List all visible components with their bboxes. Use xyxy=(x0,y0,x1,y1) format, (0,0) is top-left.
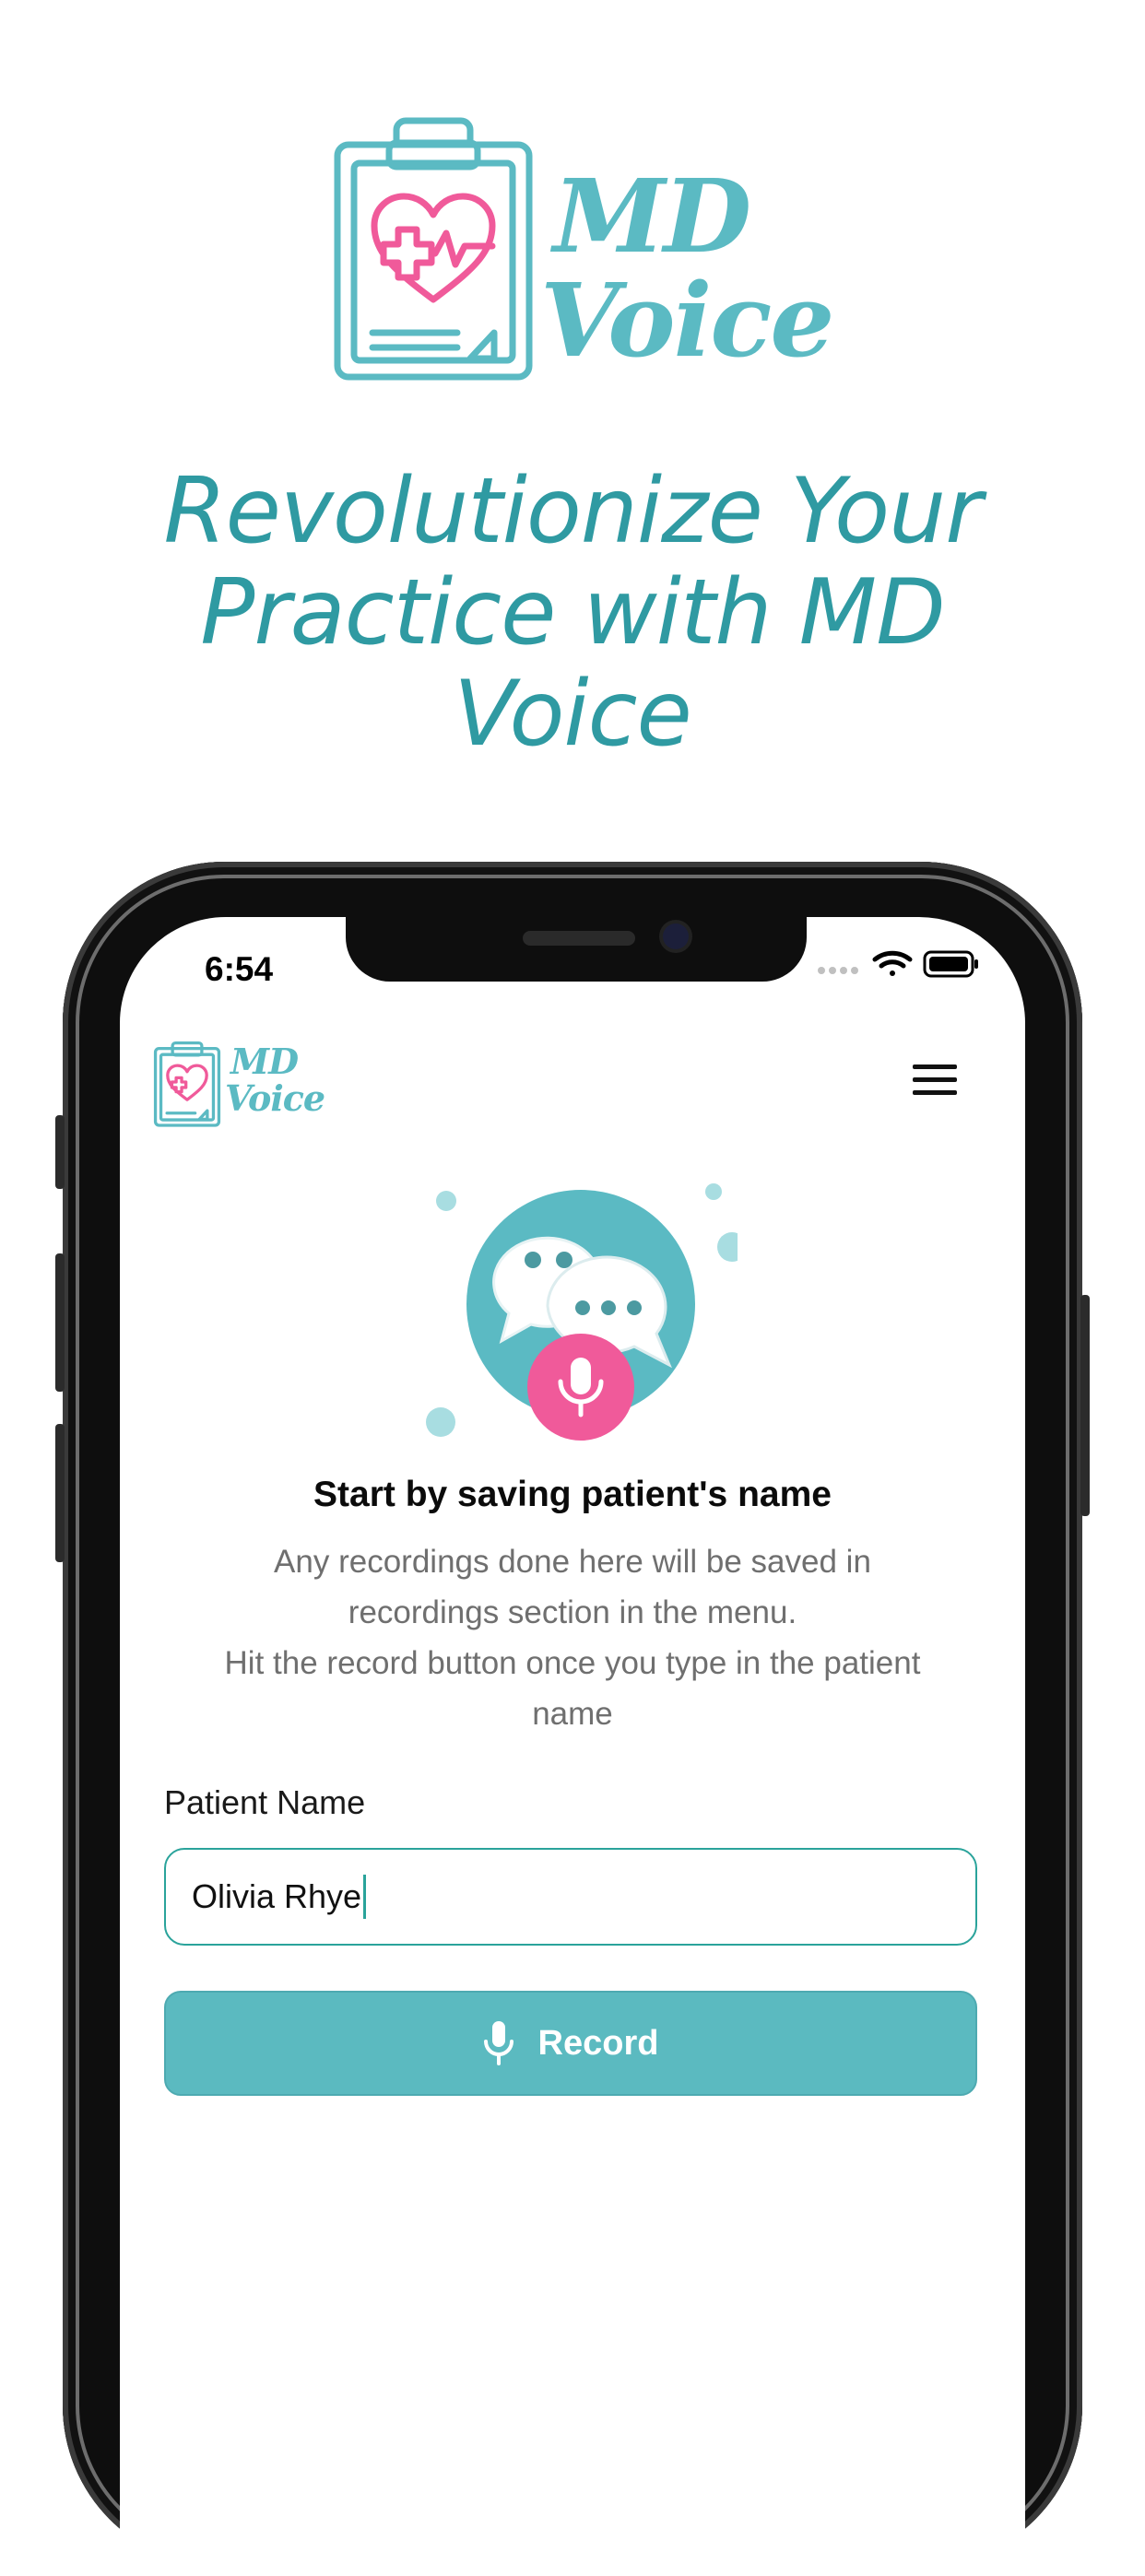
status-time: 6:54 xyxy=(205,950,274,988)
patient-name-value: Olivia Rhye xyxy=(192,1877,362,1915)
brand-logo: MD Voice xyxy=(332,115,834,382)
signal-icon xyxy=(818,967,858,974)
chat-mic-illustration xyxy=(424,1166,747,1442)
phone-volume-up xyxy=(55,1253,65,1392)
microphone-icon xyxy=(483,2021,513,2065)
phone-power-button xyxy=(1080,1295,1090,1516)
phone-volume-down xyxy=(55,1424,65,1562)
decor-dot xyxy=(436,1191,456,1211)
brand-name-md: MD xyxy=(553,157,751,276)
front-camera xyxy=(663,923,689,949)
mic-icon xyxy=(527,1334,634,1441)
decor-dot xyxy=(717,1232,747,1262)
phone-screen: 6:54 MD Voice Start by saving patient's … xyxy=(120,917,1025,2576)
wifi-icon xyxy=(872,950,913,976)
empty-state-line1: Any recordings done here will be saved i… xyxy=(274,1544,871,1630)
app-logo[interactable]: MD Voice xyxy=(153,1039,325,1127)
notch xyxy=(346,917,807,982)
decor-dot xyxy=(426,1407,455,1437)
brand-name-voice: Voice xyxy=(540,261,834,380)
status-icons xyxy=(816,945,982,982)
empty-state-title: Start by saving patient's name xyxy=(313,1475,832,1514)
battery-icon xyxy=(923,950,978,978)
hamburger-icon[interactable] xyxy=(913,1065,957,1101)
patient-name-label: Patient Name xyxy=(164,1783,366,1821)
record-button[interactable]: Record xyxy=(164,1991,977,2096)
app-logo-md: MD xyxy=(230,1041,299,1082)
clipboard-heart-icon xyxy=(334,117,533,381)
empty-state-body: Any recordings done here will be saved i… xyxy=(203,1536,942,1739)
phone-side-button xyxy=(55,1115,65,1189)
decor-dot xyxy=(705,1183,722,1200)
empty-state-line2: Hit the record button once you type in t… xyxy=(224,1645,921,1732)
headline: Revolutionize Your Practice with MD Voic… xyxy=(163,459,983,767)
app-logo-voice: Voice xyxy=(225,1077,325,1119)
patient-name-input[interactable]: Olivia Rhye xyxy=(164,1848,977,1946)
text-cursor xyxy=(363,1875,367,1919)
earpiece-speaker xyxy=(523,931,635,946)
clipboard-heart-icon xyxy=(153,1041,221,1127)
record-button-label: Record xyxy=(537,2023,659,2063)
